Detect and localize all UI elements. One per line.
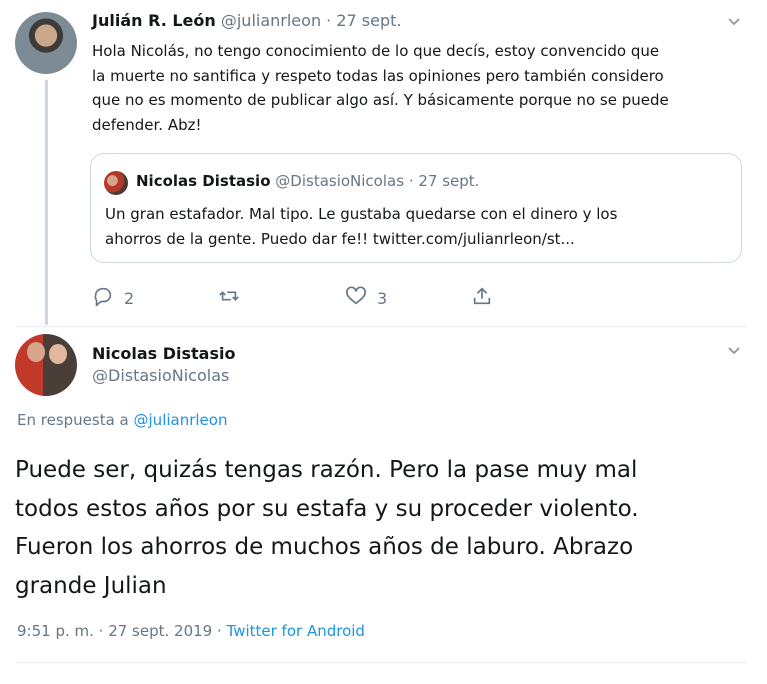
like-action[interactable]: 3: [345, 285, 387, 311]
main-tweet-text-line: Fueron los ahorros de muchos años de lab…: [15, 534, 634, 560]
reply-to-handle-link[interactable]: @julianrleon: [134, 411, 228, 429]
tweet-timestamp-row: 9:51 p. m. · 27 sept. 2019 · Twitter for…: [17, 622, 365, 640]
main-tweet-text-line: todos estos años por su estafa y su proc…: [15, 495, 639, 522]
main-tweet-text-line: Puede ser, quizás tengas razón. Pero la …: [15, 457, 638, 483]
quoted-author-name: Nicolas Distasio: [136, 172, 271, 190]
main-author-name[interactable]: Nicolas Distasio: [92, 343, 235, 365]
tweet-date[interactable]: · 27 sept.: [326, 11, 401, 30]
quoted-author-handle: @DistasioNicolas: [275, 172, 405, 190]
retweet-icon: [218, 285, 240, 311]
reply-action[interactable]: 2: [92, 285, 134, 311]
quoted-text-line: ahorros de la gente. Puedo dar fe!! twit…: [105, 230, 575, 248]
quoted-text-line: Un gran estafador. Mal tipo. Le gustaba …: [105, 205, 618, 223]
author-name[interactable]: Julián R. León: [92, 11, 216, 30]
avatar-julian[interactable]: [15, 12, 77, 74]
tweet-text-line: defender. Abz!: [92, 115, 202, 134]
chevron-down-icon[interactable]: [726, 342, 742, 362]
tweet-text-line: Hola Nicolás, no tengo conocimiento de l…: [92, 42, 660, 60]
tweet-timestamp[interactable]: 9:51 p. m. · 27 sept. 2019 ·: [17, 622, 227, 640]
quoted-date: · 27 sept.: [408, 172, 480, 190]
reply-context-label: En respuesta a: [17, 411, 134, 429]
share-icon: [471, 285, 493, 311]
author-handle[interactable]: @julianrleon: [221, 11, 321, 30]
tweet-text-line: que no es momento de publicar algo así. …: [92, 91, 669, 109]
like-count: 3: [377, 288, 388, 308]
avatar-quoted: [104, 171, 128, 195]
share-action[interactable]: [471, 285, 493, 311]
thread-line: [45, 80, 48, 325]
chevron-down-icon[interactable]: [726, 13, 742, 33]
tweet-text: Hola Nicolás, no tengo conocimiento de l…: [92, 39, 669, 137]
main-author-handle[interactable]: @DistasioNicolas: [92, 365, 235, 387]
reply-context: En respuesta a @julianrleon: [17, 411, 227, 429]
reply-icon: [92, 285, 114, 311]
reply-count: 2: [124, 288, 135, 308]
tweet-text-line: la muerte no santifica y respeto todas l…: [92, 66, 664, 85]
tweet-source-link[interactable]: Twitter for Android: [227, 622, 365, 640]
main-tweet-text: Puede ser, quizás tengas razón. Pero la …: [15, 451, 639, 605]
avatar-nicolas[interactable]: [15, 334, 77, 396]
divider: [16, 326, 746, 327]
divider: [16, 662, 746, 663]
main-tweet-text-line: grande Julian: [15, 572, 167, 599]
heart-icon: [345, 285, 367, 311]
quoted-text: Un gran estafador. Mal tipo. Le gustaba …: [105, 202, 617, 252]
retweet-action[interactable]: [218, 285, 250, 311]
